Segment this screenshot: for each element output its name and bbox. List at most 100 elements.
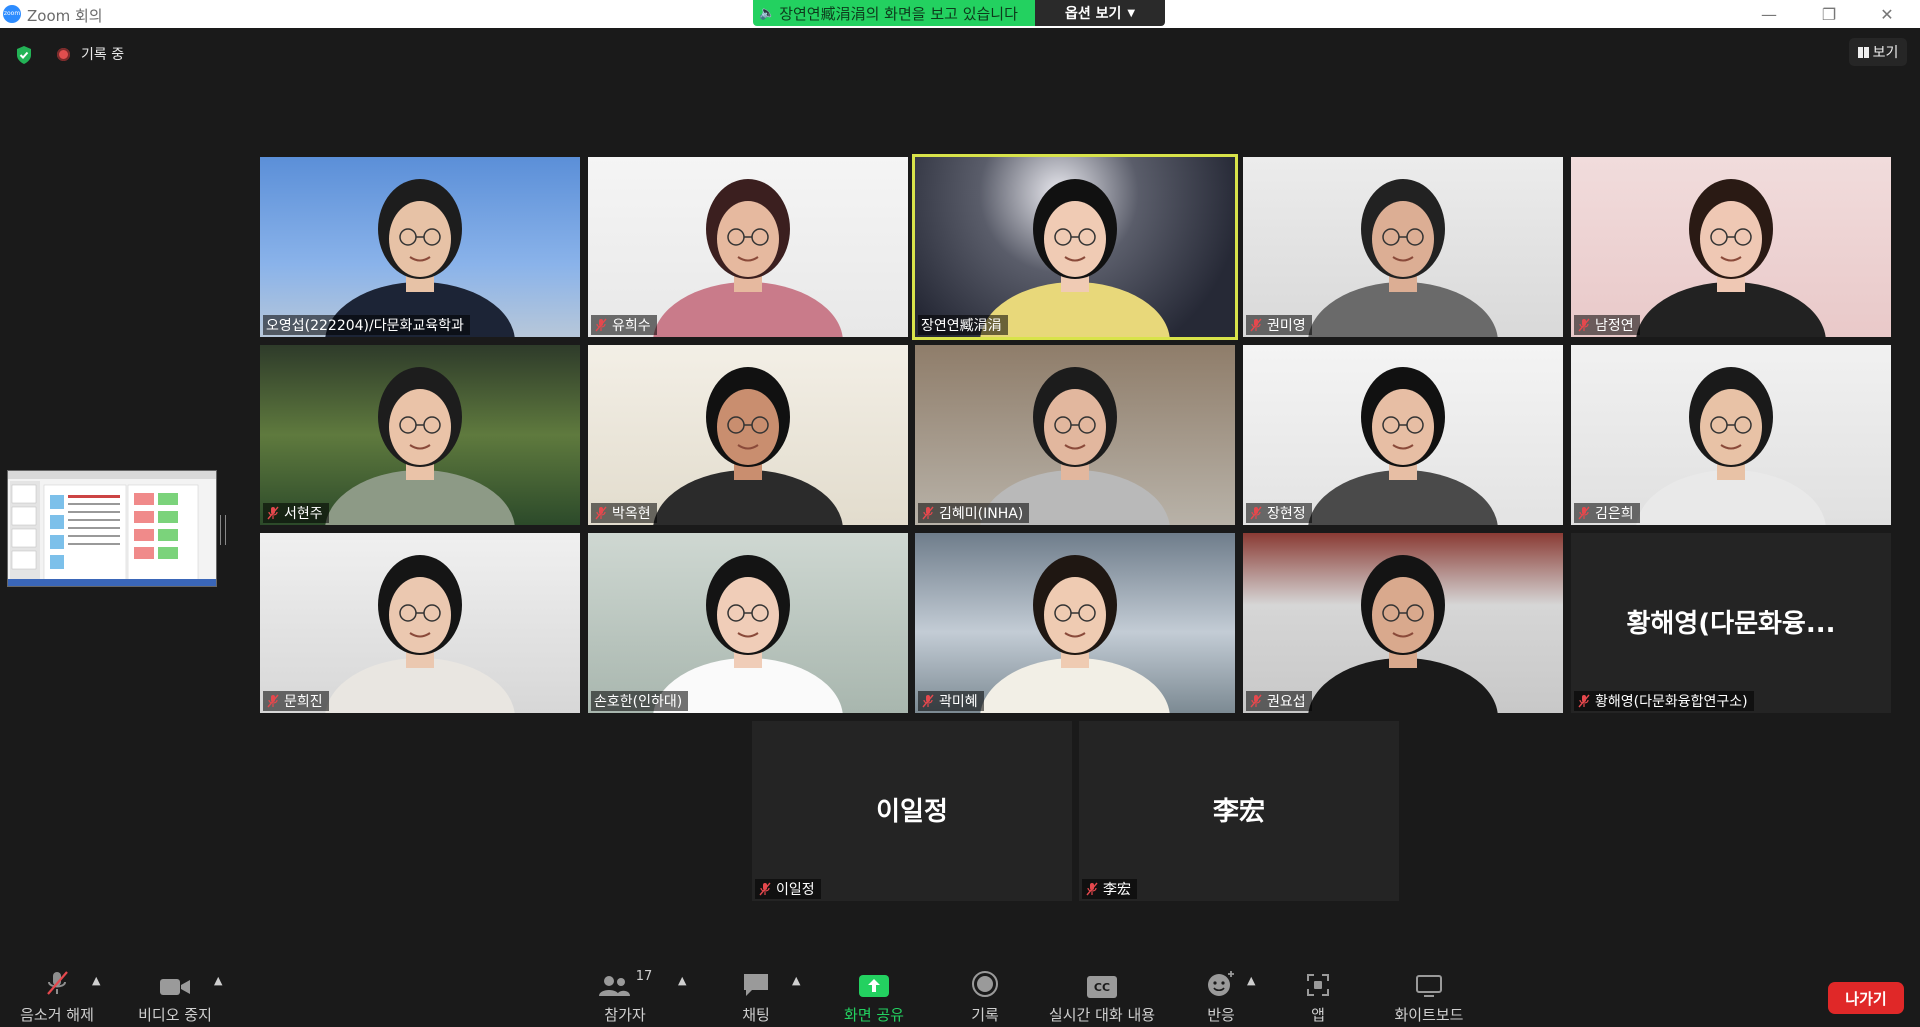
view-options-button[interactable]: 옵션 보기 ▼ [1035,0,1165,26]
close-button[interactable]: ✕ [1864,0,1910,28]
mic-muted-icon [1249,694,1263,708]
chevron-down-icon: ▼ [1127,7,1136,19]
mic-muted-icon [758,882,772,896]
reactions-label: 반응 [1207,1006,1235,1024]
participant-silhouette [1636,367,1826,525]
restore-button[interactable]: ❐ [1806,0,1852,28]
participant-name: 박옥현 [612,506,651,522]
chat-label: 채팅 [742,1006,770,1024]
meeting-toolbar: 음소거 해제 ▲ 비디오 중지 ▲ 17 참가자 ▲ 채팅 ▲ 화면 공유 기록… [0,960,1920,1027]
participant-tile[interactable]: 장연연臧涓涓 [912,154,1238,340]
unmute-button[interactable]: 음소거 해제 [19,966,95,1025]
audio-options-chevron-icon[interactable]: ▲ [92,974,100,987]
chat-bubble-icon [744,974,768,996]
participant-name-tag: 문희진 [263,691,329,711]
thumbnail-resize-handle[interactable] [220,515,226,545]
participant-tile[interactable]: 유희수 [588,157,908,337]
participant-tile[interactable]: 곽미혜 [915,533,1235,713]
share-screen-button[interactable]: 화면 공유 [839,966,909,1025]
participant-silhouette [980,555,1170,713]
participant-name-tag: 김은희 [1574,503,1640,523]
participant-tile[interactable]: 서현주 [260,345,580,525]
screen-share-banner: 🔈 장연연臧涓涓의 화면을 보고 있습니다 옵션 보기 ▼ [753,0,1165,26]
participant-tile[interactable]: 김은희 [1571,345,1891,525]
participant-video [1243,345,1563,525]
participant-silhouette [653,367,843,525]
participant-tile[interactable]: 李宏 李宏 [1079,721,1399,901]
participant-video [1243,533,1563,713]
participant-name-tag: 황해영(다문화융합연구소) [1574,691,1754,711]
apps-label: 앱 [1311,1006,1325,1024]
share-screen-label: 화면 공유 [844,1006,904,1024]
minimize-button[interactable]: — [1746,0,1792,28]
participant-name-tag: 곽미혜 [918,691,984,711]
record-button[interactable]: 기록 [965,966,1005,1025]
reactions-options-chevron-icon[interactable]: ▲ [1247,974,1255,987]
shared-screen-thumbnail[interactable] [7,470,217,587]
participant-tile[interactable]: 권미영 [1243,157,1563,337]
participant-name-tag: 서현주 [263,503,329,523]
participant-tile[interactable]: 이일정 이일정 [752,721,1072,901]
participant-silhouette [1636,179,1826,337]
participant-tile[interactable]: 오영섭(222204)/다문화교육학과 [260,157,580,337]
participant-silhouette [653,179,843,337]
participant-name: 서현주 [284,506,323,522]
view-layout-button[interactable]: 보기 [1849,38,1907,66]
live-transcript-button[interactable]: CC 실시간 대화 내용 [1044,966,1160,1025]
participant-name-tag: 李宏 [1082,879,1137,899]
zoom-logo-icon: zoom [3,5,21,23]
participant-silhouette [980,179,1170,337]
whiteboard-label: 화이트보드 [1394,1006,1464,1024]
leave-meeting-button[interactable]: 나가기 [1828,982,1904,1014]
participant-video [1571,345,1891,525]
participant-tile[interactable]: 장현정 [1243,345,1563,525]
encryption-shield-icon[interactable] [14,45,34,65]
apps-button[interactable]: 앱 [1303,966,1333,1025]
participant-tile[interactable]: 권요섭 [1243,533,1563,713]
video-options-chevron-icon[interactable]: ▲ [214,974,222,987]
mic-muted-icon [594,318,608,332]
participant-tile[interactable]: 문희진 [260,533,580,713]
participant-name: 손호한(인하대) [594,694,683,710]
participant-name: 권요섭 [1267,694,1306,710]
recording-label[interactable]: 기록 중 [81,44,124,64]
record-label: 기록 [971,1006,999,1024]
emoji-reaction-icon [1208,971,1234,996]
whiteboard-button[interactable]: 화이트보드 [1388,966,1470,1025]
participant-display-name: 이일정 [876,797,948,827]
mic-muted-icon [1249,506,1263,520]
participants-icon [598,976,630,996]
participant-tile[interactable]: 박옥현 [588,345,908,525]
mic-muted-icon [921,506,935,520]
chat-options-chevron-icon[interactable]: ▲ [792,974,800,987]
participant-display-name: 황해영(다문화융... [1626,609,1836,639]
participant-tile[interactable]: 남정연 [1571,157,1891,337]
chat-button[interactable]: 채팅 [735,966,777,1025]
participant-name: 황해영(다문화융합연구소) [1595,694,1748,710]
participant-name: 장연연臧涓涓 [921,318,1002,334]
recording-icon[interactable] [57,48,70,61]
participant-name: 이일정 [776,882,815,898]
participant-name-tag: 김혜미(INHA) [918,503,1030,523]
participant-silhouette [325,555,515,713]
participant-video [588,345,908,525]
participants-label: 참가자 [604,1006,646,1024]
participant-name-tag: 박옥현 [591,503,657,523]
participant-tile[interactable]: 김혜미(INHA) [915,345,1235,525]
stop-video-button[interactable]: 비디오 중지 [135,966,215,1025]
participant-name: 李宏 [1103,882,1131,898]
reactions-button[interactable]: 반응 [1200,966,1242,1025]
whiteboard-icon [1416,975,1442,997]
participant-video [915,345,1235,525]
participant-video [588,157,908,337]
participant-tile[interactable]: 손호한(인하대) [588,533,908,713]
participants-button[interactable]: 17 참가자 [595,966,655,1025]
window-title: Zoom 회의 [27,7,103,25]
participant-tile[interactable]: 황해영(다문화융... 황해영(다문화융합연구소) [1571,533,1891,713]
participants-options-chevron-icon[interactable]: ▲ [678,974,686,987]
participant-name-tag: 유희수 [591,315,657,335]
share-screen-icon [859,975,889,997]
participant-name: 김은희 [1595,506,1634,522]
mic-muted-icon [1085,882,1099,896]
participant-name-tag: 손호한(인하대) [591,691,689,711]
